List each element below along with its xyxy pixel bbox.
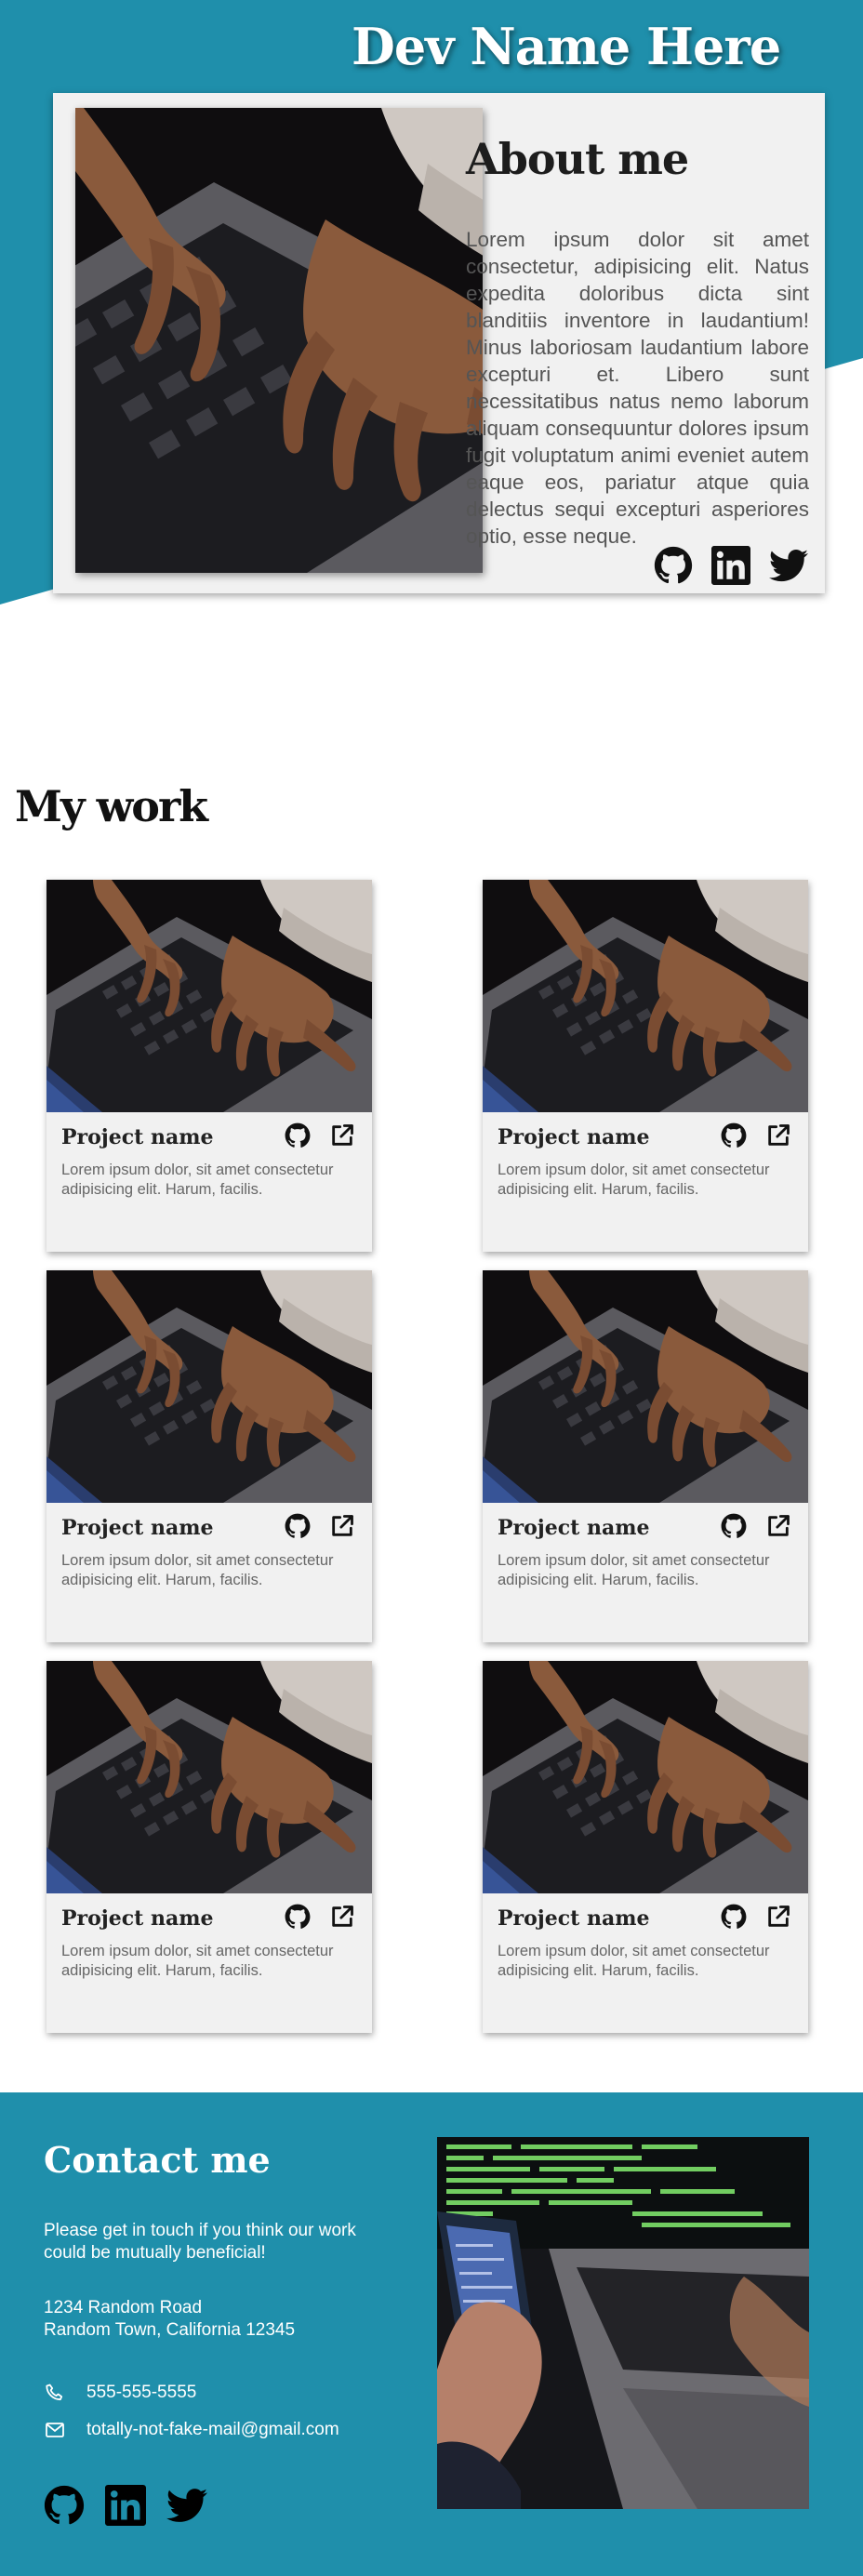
project-links: [285, 1122, 355, 1149]
github-link[interactable]: [654, 546, 693, 585]
github-icon: [654, 546, 693, 585]
about-social-links: [654, 546, 808, 585]
project-image: [46, 1270, 372, 1503]
linkedin-link[interactable]: [105, 2485, 146, 2526]
project-name: Project name: [61, 1125, 214, 1149]
phone-link[interactable]: 555-555-5555: [86, 2383, 196, 2403]
project-live-link[interactable]: [765, 1513, 791, 1539]
about-text-wrap: Lorem ipsum dolor sit amet consectetur, …: [67, 226, 809, 591]
external-link-icon: [329, 1513, 355, 1539]
linkedin-link[interactable]: [711, 546, 750, 585]
twitter-icon: [166, 2485, 207, 2526]
project-name: Project name: [498, 1516, 650, 1540]
github-icon: [721, 1122, 747, 1149]
project-image: [483, 1270, 808, 1503]
project-repo-link[interactable]: [285, 1513, 311, 1539]
about-text: Lorem ipsum dolor sit amet consectetur, …: [466, 228, 809, 548]
about-card: About me Lorem ipsum dolor sit amet cons…: [53, 93, 825, 593]
phone-icon: [44, 2382, 66, 2404]
twitter-link[interactable]: [166, 2485, 207, 2526]
project-links: [721, 1513, 791, 1539]
project-card: Project name Lorem ipsum dolor, sit amet…: [46, 1270, 372, 1642]
project-image: [483, 1661, 808, 1893]
project-description: Lorem ipsum dolor, sit amet consectetur …: [498, 1162, 770, 1198]
phone-row: 555-555-5555: [44, 2382, 196, 2404]
twitter-link[interactable]: [769, 546, 808, 585]
project-repo-link[interactable]: [721, 1122, 747, 1149]
dev-name: Dev Name Here: [352, 17, 781, 76]
project-live-link[interactable]: [765, 1122, 791, 1149]
external-link-icon: [329, 1122, 355, 1149]
contact-title: Contact me: [44, 2139, 271, 2181]
external-link-icon: [765, 1122, 791, 1149]
project-repo-link[interactable]: [721, 1904, 747, 1930]
email-link[interactable]: totally-not-fake-mail@gmail.com: [86, 2420, 339, 2440]
project-name: Project name: [61, 1906, 214, 1931]
project-description: Lorem ipsum dolor, sit amet consectetur …: [61, 1943, 334, 1979]
project-name: Project name: [498, 1906, 650, 1931]
project-name: Project name: [61, 1516, 214, 1540]
github-icon: [285, 1513, 311, 1539]
contact-photo: [437, 2137, 809, 2509]
project-links: [285, 1904, 355, 1930]
email-row: totally-not-fake-mail@gmail.com: [44, 2419, 339, 2441]
project-card: Project name Lorem ipsum dolor, sit amet…: [46, 1661, 372, 2033]
project-links: [721, 1904, 791, 1930]
hero-section: Dev Name Here About me Lorem ipsum dolor…: [0, 0, 863, 651]
project-repo-link[interactable]: [285, 1904, 311, 1930]
contact-social-links: [44, 2485, 207, 2526]
project-name: Project name: [498, 1125, 650, 1149]
project-card: Project name Lorem ipsum dolor, sit amet…: [483, 1661, 808, 2033]
external-link-icon: [765, 1904, 791, 1930]
project-card: Project name Lorem ipsum dolor, sit amet…: [483, 1270, 808, 1642]
project-image: [46, 880, 372, 1112]
project-image: [483, 880, 808, 1112]
project-live-link[interactable]: [329, 1904, 355, 1930]
twitter-icon: [769, 546, 808, 585]
project-live-link[interactable]: [329, 1122, 355, 1149]
external-link-icon: [329, 1904, 355, 1930]
about-title: About me: [466, 134, 689, 184]
project-links: [721, 1122, 791, 1149]
contact-section: Contact me Please get in touch if you th…: [0, 2092, 863, 2576]
mail-icon: [44, 2419, 66, 2441]
github-icon: [285, 1122, 311, 1149]
project-card: Project name Lorem ipsum dolor, sit amet…: [46, 880, 372, 1252]
project-repo-link[interactable]: [721, 1513, 747, 1539]
work-title: My work: [15, 781, 208, 831]
project-description: Lorem ipsum dolor, sit amet consectetur …: [498, 1943, 770, 1979]
linkedin-icon: [105, 2485, 146, 2526]
project-live-link[interactable]: [765, 1904, 791, 1930]
contact-intro: Please get in touch if you think our wor…: [44, 2221, 356, 2263]
linkedin-icon: [711, 546, 750, 585]
project-live-link[interactable]: [329, 1513, 355, 1539]
project-card: Project name Lorem ipsum dolor, sit amet…: [483, 880, 808, 1252]
project-description: Lorem ipsum dolor, sit amet consectetur …: [61, 1552, 334, 1588]
github-icon: [721, 1513, 747, 1539]
github-icon: [285, 1904, 311, 1930]
project-description: Lorem ipsum dolor, sit amet consectetur …: [498, 1552, 770, 1588]
github-link[interactable]: [44, 2485, 85, 2526]
github-icon: [721, 1904, 747, 1930]
github-icon: [44, 2485, 85, 2526]
address-line-1: 1234 Random Road: [44, 2298, 203, 2317]
project-links: [285, 1513, 355, 1539]
project-repo-link[interactable]: [285, 1122, 311, 1149]
project-description: Lorem ipsum dolor, sit amet consectetur …: [61, 1162, 334, 1198]
address-line-2: Random Town, California 12345: [44, 2320, 296, 2340]
external-link-icon: [765, 1513, 791, 1539]
project-image: [46, 1661, 372, 1893]
